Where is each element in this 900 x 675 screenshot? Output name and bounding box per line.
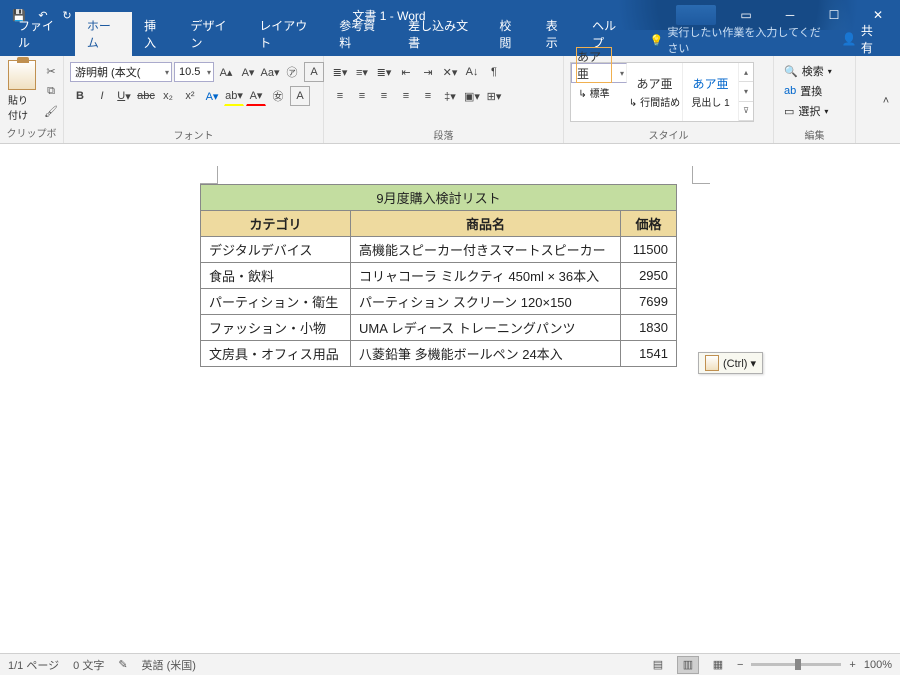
- table-header[interactable]: 商品名: [351, 211, 621, 237]
- distribute-icon[interactable]: ≡: [418, 86, 438, 106]
- show-marks-icon[interactable]: ¶: [484, 62, 504, 82]
- style-heading1[interactable]: あア亜見出し 1: [683, 63, 739, 121]
- tab-references[interactable]: 参考資料: [327, 12, 396, 56]
- tellme-input[interactable]: 💡実行したい作業を入力してください: [650, 24, 830, 56]
- table-title-cell[interactable]: 9月度購入検討リスト: [201, 185, 677, 211]
- tab-insert[interactable]: 挿入: [132, 12, 178, 56]
- clear-format-icon[interactable]: A: [304, 62, 324, 82]
- copy-icon[interactable]: ⧉: [42, 82, 60, 100]
- superscript-button[interactable]: x²: [180, 86, 200, 106]
- subscript-button[interactable]: x₂: [158, 86, 178, 106]
- status-words[interactable]: 0 文字: [73, 657, 104, 673]
- bold-button[interactable]: B: [70, 86, 90, 106]
- styles-more-icon[interactable]: ⊽: [739, 102, 753, 121]
- table-row: パーティション・衛生パーティション スクリーン 120×1507699: [201, 289, 677, 315]
- format-painter-icon[interactable]: 🖌: [42, 102, 60, 120]
- decrease-indent-icon[interactable]: ⇤: [396, 62, 416, 82]
- group-styles: スタイル: [568, 126, 769, 143]
- collapse-ribbon-icon[interactable]: ˄: [876, 91, 896, 111]
- grow-font-icon[interactable]: A▴: [216, 62, 236, 82]
- find-button[interactable]: 🔍検索▾: [782, 62, 834, 80]
- tab-review[interactable]: 校閲: [487, 12, 533, 56]
- highlight-icon[interactable]: ab▾: [224, 86, 244, 106]
- text-effects-icon[interactable]: A▾: [202, 86, 222, 106]
- tab-layout[interactable]: レイアウト: [247, 12, 327, 56]
- read-mode-icon[interactable]: ▤: [647, 656, 669, 674]
- share-icon: 👤: [842, 32, 857, 46]
- change-case-icon[interactable]: Aa▾: [260, 62, 280, 82]
- align-center-icon[interactable]: ≡: [352, 86, 372, 106]
- justify-icon[interactable]: ≡: [396, 86, 416, 106]
- clipboard-icon: [705, 355, 719, 371]
- zoom-out-button[interactable]: −: [737, 659, 743, 671]
- content-table[interactable]: 9月度購入検討リスト カテゴリ 商品名 価格 デジタルデバイス高機能スピーカー付…: [200, 184, 677, 367]
- style-normal[interactable]: あア亜↳ 標準: [571, 63, 627, 83]
- table-row: ファッション・小物UMA レディース トレーニングパンツ1830: [201, 315, 677, 341]
- enclose-char-icon[interactable]: ㊛: [268, 86, 288, 106]
- styles-up-icon[interactable]: ▴: [739, 63, 753, 82]
- select-button[interactable]: ▭選択▾: [782, 102, 830, 120]
- cut-icon[interactable]: ✂: [42, 62, 60, 80]
- tab-design[interactable]: デザイン: [178, 12, 247, 56]
- align-right-icon[interactable]: ≡: [374, 86, 394, 106]
- table-row: 食品・飲料コリャコーラ ミルクティ 450ml × 36本入2950: [201, 263, 677, 289]
- strike-button[interactable]: abc: [136, 86, 156, 106]
- status-page[interactable]: 1/1 ページ: [8, 657, 59, 673]
- margin-mark-icon: [692, 166, 710, 184]
- group-font: フォント: [68, 126, 319, 143]
- shading-icon[interactable]: ▣▾: [462, 86, 482, 106]
- select-icon: ▭: [784, 105, 794, 118]
- search-icon: 🔍: [784, 65, 798, 78]
- phonetic-guide-icon[interactable]: ㋐: [282, 62, 302, 82]
- zoom-slider[interactable]: [751, 663, 841, 666]
- table-row: 文房具・オフィス用品八菱鉛筆 多機能ボールペン 24本入1541: [201, 341, 677, 367]
- style-nospace[interactable]: あア亜↳ 行間詰め: [627, 63, 683, 121]
- group-paragraph: 段落: [328, 126, 559, 143]
- web-layout-icon[interactable]: ▦: [707, 656, 729, 674]
- print-layout-icon[interactable]: ▥: [677, 656, 699, 674]
- shrink-font-icon[interactable]: A▾: [238, 62, 258, 82]
- sort-icon[interactable]: A↓: [462, 62, 482, 82]
- increase-indent-icon[interactable]: ⇥: [418, 62, 438, 82]
- zoom-level[interactable]: 100%: [864, 659, 892, 671]
- paste-options-button[interactable]: (Ctrl) ▾: [698, 352, 763, 374]
- align-left-icon[interactable]: ≡: [330, 86, 350, 106]
- bulb-icon: 💡: [650, 34, 664, 47]
- line-spacing-icon[interactable]: ‡▾: [440, 86, 460, 106]
- styles-gallery[interactable]: あア亜↳ 標準 あア亜↳ 行間詰め あア亜見出し 1 ▴▾⊽: [570, 62, 754, 122]
- paste-button[interactable]: 貼り付け: [4, 58, 40, 124]
- font-name-select[interactable]: 游明朝 (本文(: [70, 62, 172, 82]
- borders-icon[interactable]: ⊞▾: [484, 86, 504, 106]
- table-header[interactable]: カテゴリ: [201, 211, 351, 237]
- table-header[interactable]: 価格: [621, 211, 677, 237]
- bullets-icon[interactable]: ≣▾: [330, 62, 350, 82]
- italic-button[interactable]: I: [92, 86, 112, 106]
- underline-button[interactable]: U▾: [114, 86, 134, 106]
- tab-mailings[interactable]: 差し込み文書: [396, 12, 487, 56]
- asian-layout-icon[interactable]: ✕▾: [440, 62, 460, 82]
- tab-file[interactable]: ファイル: [6, 12, 75, 56]
- document-canvas[interactable]: 9月度購入検討リスト カテゴリ 商品名 価格 デジタルデバイス高機能スピーカー付…: [0, 144, 900, 653]
- share-button[interactable]: 👤共有: [830, 22, 894, 56]
- tab-view[interactable]: 表示: [534, 12, 580, 56]
- group-edit: 編集: [778, 126, 851, 143]
- font-size-select[interactable]: 10.5: [174, 62, 214, 82]
- styles-down-icon[interactable]: ▾: [739, 82, 753, 101]
- replace-icon: ab: [784, 85, 796, 97]
- char-border-icon[interactable]: A: [290, 86, 310, 106]
- replace-button[interactable]: ab置換: [782, 82, 824, 100]
- status-lang[interactable]: 英語 (米国): [142, 657, 196, 673]
- multilevel-icon[interactable]: ≣▾: [374, 62, 394, 82]
- numbering-icon[interactable]: ≡▾: [352, 62, 372, 82]
- proofing-icon[interactable]: ✎: [118, 658, 127, 671]
- tab-home[interactable]: ホーム: [75, 12, 132, 56]
- account-placeholder: [676, 5, 716, 25]
- font-color-icon[interactable]: A▾: [246, 86, 266, 106]
- zoom-in-button[interactable]: +: [849, 659, 855, 671]
- margin-mark-icon: [200, 166, 218, 184]
- table-row: デジタルデバイス高機能スピーカー付きスマートスピーカー11500: [201, 237, 677, 263]
- clipboard-icon: [8, 60, 36, 90]
